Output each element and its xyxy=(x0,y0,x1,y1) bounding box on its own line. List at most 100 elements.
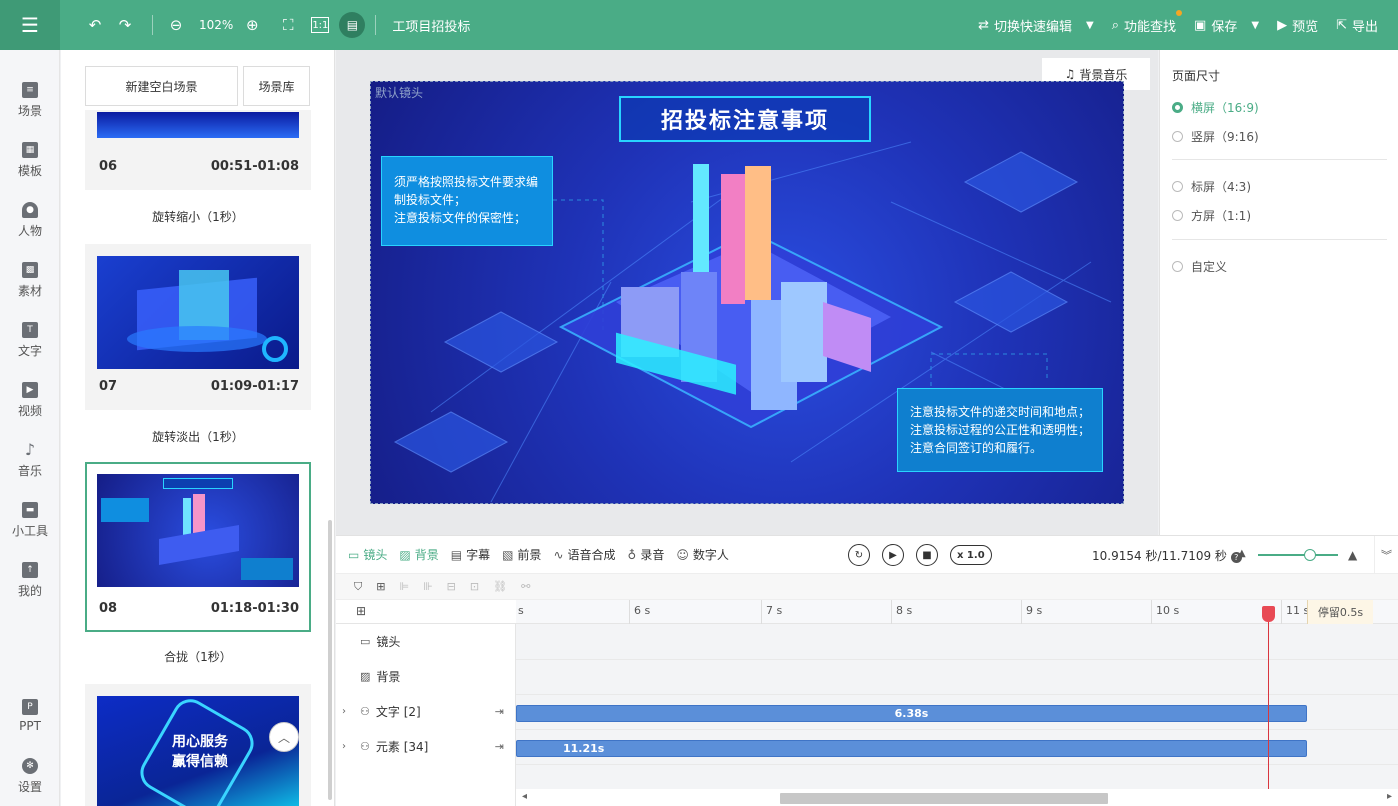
preview-button[interactable]: ▶ 预览 xyxy=(1277,16,1318,35)
speed-button[interactable]: x 1.0 xyxy=(950,545,992,565)
chevron-right-icon[interactable]: › xyxy=(342,706,352,717)
tab-tts[interactable]: ∿ 语音合成 xyxy=(553,546,615,563)
zoom-out-icon[interactable]: ⊖ xyxy=(163,12,189,38)
track-background[interactable]: ▨ 背景 xyxy=(336,659,516,694)
tab-background[interactable]: ▨ 背景 xyxy=(399,546,438,563)
playhead-handle[interactable] xyxy=(1262,606,1275,622)
stage-text-box-left[interactable]: 须严格按照投标文件要求编 制投标文件； 注意投标文件的保密性； xyxy=(381,156,553,246)
time-readout: 10.9154 秒/11.7109 秒 ? xyxy=(1092,547,1242,564)
scroll-to-top-button[interactable]: ︿ xyxy=(269,722,299,752)
nav-label: 人物 xyxy=(17,223,42,238)
chevron-down-icon[interactable]: ▼ xyxy=(1086,20,1094,31)
zoom-out-mountain-icon[interactable]: ▲ xyxy=(1238,548,1246,559)
scene-card-selected[interactable]: 08 01:18-01:30 xyxy=(85,462,311,632)
scrollbar-thumb[interactable] xyxy=(780,793,1108,804)
export-track-icon[interactable]: ⇥ xyxy=(495,740,504,753)
chevron-down-icon[interactable]: ▼ xyxy=(1251,20,1259,31)
nav-item-person[interactable]: ● 人物 xyxy=(0,195,60,245)
nav-item-video[interactable]: ▶ 视频 xyxy=(0,375,60,425)
elements-track-bar[interactable]: 11.21s xyxy=(516,740,1307,757)
radio-icon xyxy=(1172,102,1183,113)
subtitle-toggle-icon[interactable]: ▤ xyxy=(339,12,366,38)
replay-icon[interactable]: ↻ xyxy=(848,544,870,566)
timeline-lanes[interactable]: 6.38s 11.21s xyxy=(516,624,1398,789)
stage-title[interactable]: 招投标注意事项 xyxy=(619,96,871,142)
track-names: ▭ 镜头 ▨ 背景 › ⚇ 文字 [2] ⇥ › ⚇ 元素 [34] ⇥ xyxy=(336,624,516,806)
redo-icon[interactable]: ↷ xyxy=(112,12,138,38)
stay-duration[interactable]: 停留0.5s xyxy=(1307,600,1373,624)
scene-card[interactable]: 06 00:51-01:08 xyxy=(85,110,311,190)
new-blank-scene-button[interactable]: 新建空白场景 xyxy=(85,66,238,106)
align-right-icon[interactable]: ⊪ xyxy=(423,580,433,593)
scene-transition[interactable]: 合拢（1秒） xyxy=(85,648,311,665)
background-icon: ▨ xyxy=(360,670,371,683)
ruler-tick xyxy=(891,600,892,624)
unlink-icon[interactable]: ⚯ xyxy=(521,580,530,593)
zoom-in-mountain-icon[interactable]: ▲ xyxy=(1348,548,1357,562)
nav-label: 素材 xyxy=(17,283,42,298)
time-text: 10.9154 秒/11.7109 秒 xyxy=(1092,549,1227,563)
nav-label: 设置 xyxy=(17,779,42,794)
nav-item-settings[interactable]: ✻ 设置 xyxy=(0,751,60,801)
link-icon[interactable]: ⛓ xyxy=(493,580,507,593)
scene-transition[interactable]: 旋转淡出（1秒） xyxy=(85,428,311,445)
scroll-right-icon[interactable]: ▸ xyxy=(1387,791,1392,802)
group-icon[interactable]: ⊞ xyxy=(376,580,385,593)
quick-edit-button[interactable]: ⇄ 切换快速编辑 ▼ xyxy=(978,16,1094,35)
tab-camera[interactable]: ▭ 镜头 xyxy=(348,546,387,563)
scene-library-button[interactable]: 场景库 xyxy=(243,66,310,106)
distribute-icon[interactable]: ⊡ xyxy=(470,580,479,593)
scene-scrollbar[interactable] xyxy=(328,520,332,800)
tab-digital-human[interactable]: ☺ 数字人 xyxy=(676,546,729,563)
document-title[interactable]: 工项目招投标 xyxy=(392,16,470,35)
nav-item-toolbox[interactable]: ▬ 小工具 xyxy=(0,495,60,545)
layers-icon[interactable]: ⊞ xyxy=(356,604,366,618)
text-track-bar[interactable]: 6.38s xyxy=(516,705,1307,722)
scroll-left-icon[interactable]: ◂ xyxy=(522,791,527,802)
nav-item-scene[interactable]: ≡ 场景 xyxy=(0,75,60,125)
play-icon[interactable]: ▶ xyxy=(882,544,904,566)
slider-knob[interactable] xyxy=(1304,549,1316,561)
nav-item-mine[interactable]: ↑ 我的 xyxy=(0,555,60,605)
collapse-timeline-icon[interactable]: ︾ xyxy=(1374,536,1398,574)
tab-subtitle[interactable]: ▤ 字幕 xyxy=(451,546,490,563)
nav-item-ppt[interactable]: P PPT xyxy=(0,691,60,741)
timeline-zoom-slider[interactable]: ▲ ▲ xyxy=(1234,547,1364,563)
filter-icon[interactable]: ⛉ xyxy=(354,580,362,594)
fullscreen-icon[interactable]: ⛶ xyxy=(275,12,301,38)
page-size-title: 页面尺寸 xyxy=(1172,69,1221,83)
nav-item-music[interactable]: ♪ 音乐 xyxy=(0,435,60,485)
actual-size-icon[interactable]: 1:1 xyxy=(311,17,330,33)
nav-item-template[interactable]: ▦ 模板 xyxy=(0,135,60,185)
tab-foreground[interactable]: ▧ 前景 xyxy=(502,546,541,563)
export-track-icon[interactable]: ⇥ xyxy=(495,705,504,718)
radio-square[interactable]: 方屏（1:1) xyxy=(1172,207,1251,224)
scene-transition[interactable]: 旋转缩小（1秒） xyxy=(85,208,311,225)
tab-record[interactable]: ♁ 录音 xyxy=(628,546,665,563)
radio-portrait[interactable]: 竖屏（9:16) xyxy=(1172,128,1259,145)
track-camera[interactable]: ▭ 镜头 xyxy=(336,624,516,659)
radio-landscape[interactable]: 横屏（16:9) xyxy=(1172,99,1259,116)
stop-icon[interactable]: ■ xyxy=(916,544,938,566)
timeline-horizontal-scrollbar[interactable]: ◂ ▸ xyxy=(516,789,1398,806)
save-button[interactable]: ▣ 保存 ▼ xyxy=(1194,16,1259,35)
scene-card[interactable]: 07 01:09-01:17 xyxy=(85,244,311,410)
stage-text-box-right[interactable]: 注意投标文件的递交时间和地点； 注意投标过程的公正性和透明性； 注意合同签订的和… xyxy=(897,388,1103,472)
zoom-in-icon[interactable]: ⊕ xyxy=(239,12,265,38)
nav-item-material[interactable]: ▩ 素材 xyxy=(0,255,60,305)
undo-icon[interactable]: ↶ xyxy=(82,12,108,38)
align-center-icon[interactable]: ⊟ xyxy=(447,580,456,593)
align-left-icon[interactable]: ⊫ xyxy=(399,580,409,593)
radio-standard[interactable]: 标屏（4:3) xyxy=(1172,178,1251,195)
function-search-button[interactable]: ⌕ 功能查找 xyxy=(1112,9,1183,35)
ruler-label: 6 s xyxy=(634,604,651,617)
track-elements[interactable]: › ⚇ 元素 [34] ⇥ xyxy=(336,729,516,764)
export-button[interactable]: ⇱ 导出 xyxy=(1336,16,1378,35)
chevron-right-icon[interactable]: › xyxy=(342,741,352,752)
hamburger-icon[interactable]: ☰ xyxy=(0,0,60,50)
stage-canvas[interactable]: 默认镜头 招投标注意事项 须严格按照投标文件要求编 制投标文件； 注意投标文件的… xyxy=(370,81,1124,504)
radio-custom[interactable]: 自定义 xyxy=(1172,258,1227,275)
nav-item-text[interactable]: T 文字 xyxy=(0,315,60,365)
playhead-line xyxy=(1268,606,1269,796)
track-text[interactable]: › ⚇ 文字 [2] ⇥ xyxy=(336,694,516,729)
